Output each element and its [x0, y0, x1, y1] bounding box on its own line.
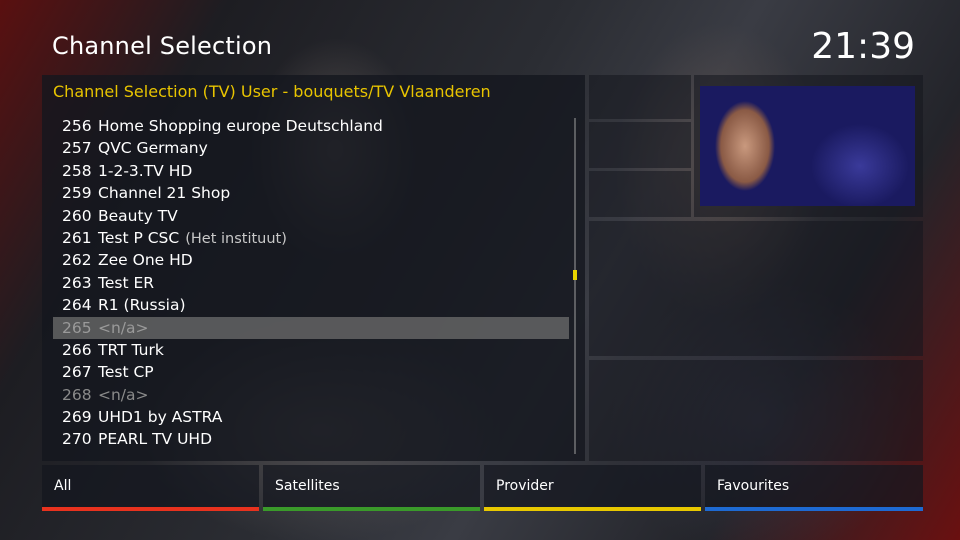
channel-row[interactable]: 260 Beauty TV	[53, 205, 569, 227]
screen-title: Channel Selection	[52, 32, 273, 60]
channel-name: Beauty TV	[98, 206, 178, 225]
channel-row[interactable]: 258 1-2-3.TV HD	[53, 160, 569, 182]
channel-name: Zee One HD	[98, 251, 193, 270]
channel-number: 264	[62, 296, 92, 315]
blue-button-label: Favourites	[717, 478, 790, 494]
video-preview	[700, 86, 915, 206]
channel-row[interactable]: 264 R1 (Russia)	[53, 294, 569, 316]
channel-row[interactable]: 267 Test CP	[53, 361, 569, 383]
bouquet-path: Channel Selection (TV) User - bouquets/T…	[53, 82, 491, 101]
channel-name: Test CP	[98, 363, 154, 382]
channel-number: 257	[62, 139, 92, 158]
channel-row[interactable]: 263 Test ER	[53, 272, 569, 294]
channel-name: QVC Germany	[98, 139, 208, 158]
channel-number: 258	[62, 161, 92, 180]
info-box-1	[589, 75, 691, 119]
channel-name: <n/a>	[98, 318, 149, 337]
channel-number: 268	[62, 385, 92, 404]
channel-number: 270	[62, 430, 92, 449]
channel-name: Test P CSC	[98, 228, 180, 247]
epg-info-panel	[589, 221, 923, 356]
event-details-panel	[589, 360, 923, 461]
channel-row[interactable]: 270 PEARL TV UHD	[53, 428, 569, 450]
yellow-button[interactable]: Provider	[484, 465, 701, 511]
red-button[interactable]: All	[42, 465, 259, 511]
channel-number: 261	[62, 228, 92, 247]
channel-row[interactable]: 265 <n/a>	[53, 316, 569, 339]
channel-row[interactable]: 262 Zee One HD	[53, 249, 569, 271]
channel-number: 262	[62, 251, 92, 270]
info-box-3	[589, 171, 691, 217]
channel-name: Home Shopping europe Deutschland	[98, 117, 383, 135]
channel-number: 256	[62, 117, 92, 135]
yellow-button-label: Provider	[496, 478, 554, 494]
channel-number: 263	[62, 273, 92, 292]
channel-name: Test ER	[98, 273, 155, 292]
green-button-strip	[263, 507, 480, 511]
channel-number: 267	[62, 363, 92, 382]
channel-number: 269	[62, 408, 92, 427]
green-button-label: Satellites	[275, 478, 340, 494]
red-button-strip	[42, 507, 259, 511]
red-button-label: All	[54, 478, 72, 494]
green-button[interactable]: Satellites	[263, 465, 480, 511]
channel-row[interactable]: 261 Test P CSC (Het instituut)	[53, 227, 569, 249]
yellow-button-strip	[484, 507, 701, 511]
scrollbar-track[interactable]	[574, 118, 576, 454]
channel-list[interactable]: 256 Home Shopping europe Deutschland 257 QV…	[53, 115, 569, 451]
channel-number: 266	[62, 340, 92, 359]
channel-number: 265	[62, 318, 92, 337]
channel-row[interactable]: 259 Channel 21 Shop	[53, 182, 569, 204]
blue-button[interactable]: Favourites	[705, 465, 923, 511]
channel-provider: (Het instituut)	[185, 230, 287, 247]
channel-name: PEARL TV UHD	[98, 430, 213, 449]
info-box-2	[589, 122, 691, 168]
channel-list-panel: Channel Selection (TV) User - bouquets/T…	[42, 75, 585, 461]
channel-row[interactable]: 256 Home Shopping europe Deutschland	[53, 115, 569, 137]
channel-row[interactable]: 268 <n/a>	[53, 384, 569, 406]
channel-name: Channel 21 Shop	[98, 184, 231, 203]
channel-name: R1 (Russia)	[98, 296, 186, 315]
channel-name: 1-2-3.TV HD	[98, 161, 193, 180]
channel-name: <n/a>	[98, 385, 149, 404]
channel-number: 259	[62, 184, 92, 203]
channel-name: UHD1 by ASTRA	[98, 408, 223, 427]
channel-row[interactable]: 269 UHD1 by ASTRA	[53, 406, 569, 428]
blue-button-strip	[705, 507, 923, 511]
channel-number: 260	[62, 206, 92, 225]
clock: 21:39	[811, 26, 915, 67]
channel-row[interactable]: 257 QVC Germany	[53, 137, 569, 159]
channel-row[interactable]: 266 TRT Turk	[53, 339, 569, 361]
channel-name: TRT Turk	[98, 340, 164, 359]
scrollbar-thumb[interactable]	[573, 270, 577, 280]
